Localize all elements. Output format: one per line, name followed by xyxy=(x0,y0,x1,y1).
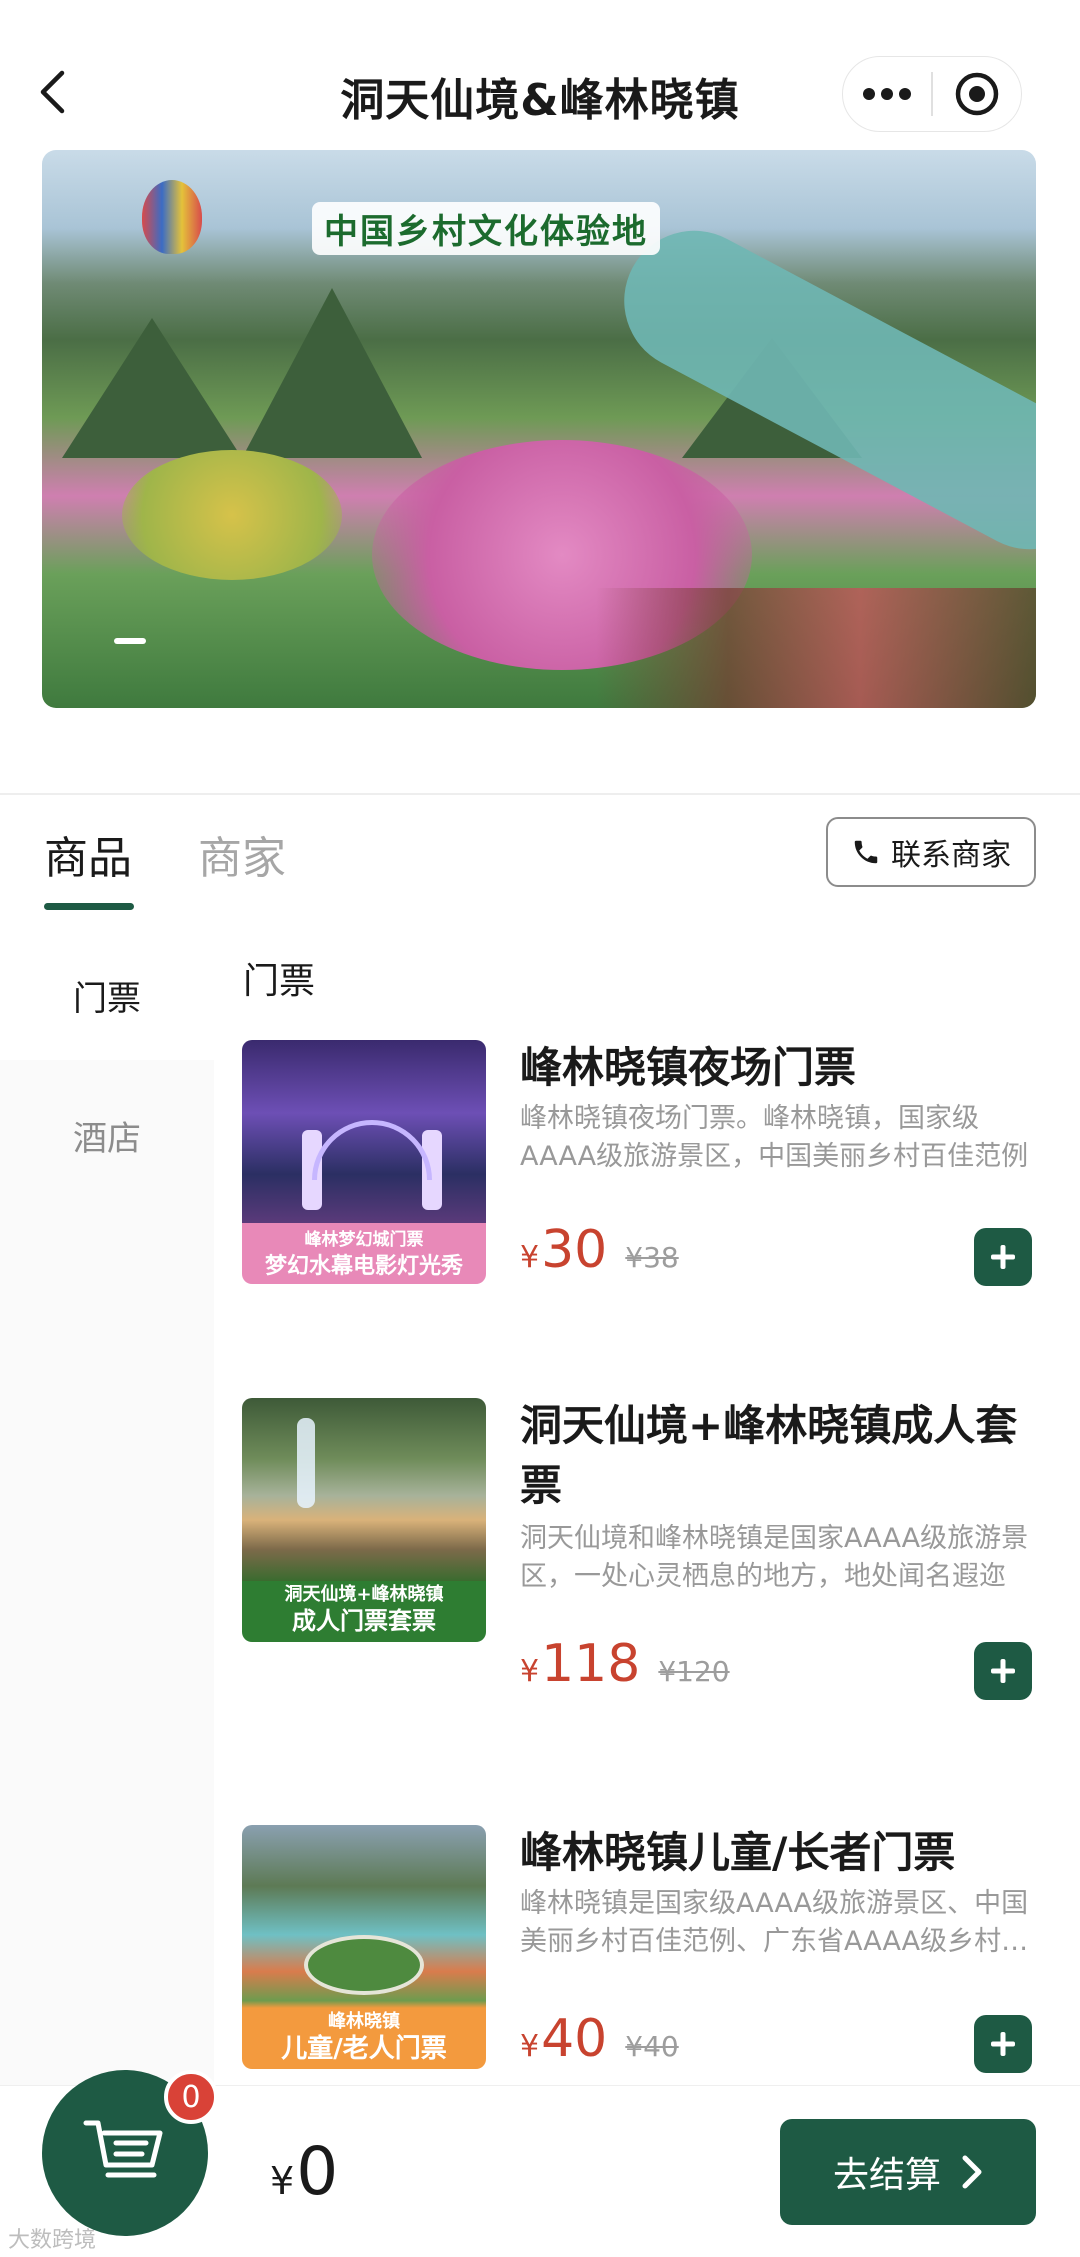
product-name: 峰林晓镇夜场门票 xyxy=(520,1043,857,1092)
thumbnail-caption-bottom: 儿童/老人门票 xyxy=(281,2034,447,2064)
mini-program-capsule xyxy=(842,56,1022,132)
checkout-label: 去结算 xyxy=(832,2155,941,2196)
currency-symbol: ¥ xyxy=(520,2029,540,2064)
section-divider xyxy=(0,793,1080,795)
price-value: 118 xyxy=(541,1634,641,1694)
cart-count-badge: 0 xyxy=(164,2070,218,2124)
product-card[interactable]: 峰林晓镇 儿童/老人门票 峰林晓镇儿童/长者门票 峰林晓镇是国家级AAAA级旅游… xyxy=(242,1825,1042,2075)
tab-merchant[interactable]: 商家 xyxy=(198,822,286,886)
product-thumbnail: 洞天仙境+峰林晓镇 成人门票套票 xyxy=(242,1398,486,1642)
plus-icon xyxy=(991,2032,1015,2056)
product-description: 洞天仙境和峰林晓镇是国家AAAA级旅游景区，一处心灵栖息的地方，地处闻名遐迩 xyxy=(520,1523,1029,1592)
tab-active-underline xyxy=(44,903,134,910)
contact-merchant-label: 联系商家 xyxy=(891,838,1011,873)
category-sidebar: 门票 酒店 xyxy=(0,930,214,2085)
carousel-indicator xyxy=(114,638,146,644)
original-price: ¥38 xyxy=(625,1241,679,1274)
currency-symbol: ¥ xyxy=(520,1654,540,1689)
banner-people xyxy=(596,588,1036,708)
add-to-cart-button[interactable] xyxy=(974,1642,1032,1700)
thumbnail-caption-top: 峰林梦幻城门票 xyxy=(304,1230,424,1250)
balloon-icon xyxy=(142,180,202,254)
total-currency: ¥ xyxy=(270,2159,295,2203)
cart-icon xyxy=(83,2120,163,2178)
product-description: 峰林晓镇夜场门票。峰林晓镇，国家级AAAA级旅游景区，中国美丽乡村百佳范例 xyxy=(520,1103,1029,1172)
contact-merchant-button[interactable]: 联系商家 xyxy=(826,817,1036,887)
phone-icon xyxy=(854,840,878,864)
thumbnail-caption-bottom: 成人门票套票 xyxy=(292,1607,436,1635)
original-price: ¥120 xyxy=(658,1655,730,1688)
section-title: 门票 xyxy=(243,961,316,1002)
price-value: 30 xyxy=(541,1220,608,1280)
banner-mountain xyxy=(62,318,242,458)
product-name: 洞天仙境+峰林晓镇成人套票 xyxy=(520,1401,1018,1510)
banner-mountain xyxy=(242,288,422,458)
sidebar-item-tickets[interactable]: 门票 xyxy=(0,930,214,1060)
product-thumbnail: 峰林梦幻城门票 梦幻水幕电影灯光秀 xyxy=(242,1040,486,1284)
original-price: ¥40 xyxy=(625,2030,679,2063)
close-button[interactable] xyxy=(933,57,1021,131)
banner-subtitle: 中国乡村文化体验地 xyxy=(312,202,660,255)
product-description: 峰林晓镇是国家级AAAA级旅游景区、中国美丽乡村百佳范例、广东省AAAA级乡村旅… xyxy=(520,1888,1029,1957)
product-card[interactable]: 洞天仙境+峰林晓镇 成人门票套票 洞天仙境+峰林晓镇成人套票 洞天仙境和峰林晓镇… xyxy=(242,1398,1042,1708)
target-circle-icon xyxy=(955,72,999,116)
watermark: 大数跨境 xyxy=(8,2228,97,2253)
banner-field xyxy=(122,450,342,580)
thumbnail-caption-bottom: 梦幻水幕电影灯光秀 xyxy=(264,1254,463,1279)
add-to-cart-button[interactable] xyxy=(974,1228,1032,1286)
add-to-cart-button[interactable] xyxy=(974,2015,1032,2073)
more-dots-icon xyxy=(863,88,912,100)
nav-header: 洞天仙境&峰林晓镇 xyxy=(0,0,1080,150)
total-value: 0 xyxy=(296,2133,339,2210)
currency-symbol: ¥ xyxy=(520,1240,540,1275)
tab-goods[interactable]: 商品 xyxy=(44,822,132,886)
product-price: ¥ 40 ¥40 xyxy=(520,2009,679,2069)
cart-total: ¥ 0 xyxy=(270,2133,338,2210)
product-card[interactable]: 峰林梦幻城门票 梦幻水幕电影灯光秀 峰林晓镇夜场门票 峰林晓镇夜场门票。峰林晓镇… xyxy=(242,1040,1042,1290)
product-thumbnail: 峰林晓镇 儿童/老人门票 xyxy=(242,1825,486,2069)
product-price: ¥ 30 ¥38 xyxy=(520,1220,679,1280)
plus-icon xyxy=(991,1245,1015,1269)
banner-carousel[interactable]: 中国乡村文化体验地 xyxy=(42,150,1036,708)
more-button[interactable] xyxy=(843,57,931,131)
plus-icon xyxy=(991,1659,1015,1683)
price-value: 40 xyxy=(541,2009,608,2069)
product-name: 峰林晓镇儿童/长者门票 xyxy=(520,1828,956,1877)
checkout-button[interactable]: 去结算 xyxy=(780,2119,1036,2225)
chevron-right-icon xyxy=(962,2155,982,2189)
sidebar-item-hotel[interactable]: 酒店 xyxy=(0,1060,214,1210)
product-price: ¥ 118 ¥120 xyxy=(520,1634,730,1694)
